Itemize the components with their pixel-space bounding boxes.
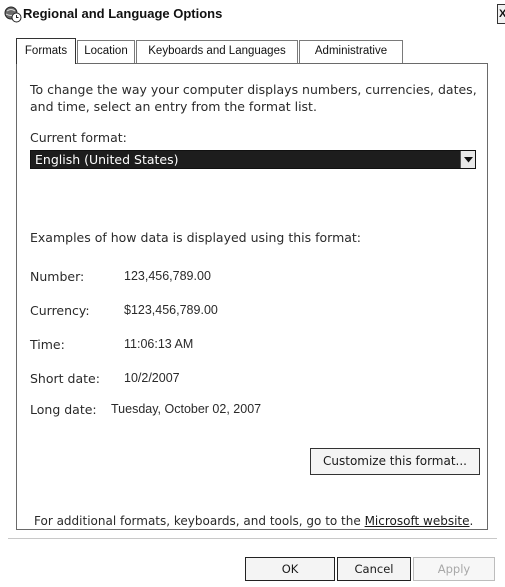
current-format-value: English (United States): [35, 152, 179, 167]
example-label-long-date: Long date:: [30, 402, 97, 417]
example-value-number: 123,456,789.00: [124, 269, 211, 283]
cancel-button[interactable]: Cancel: [337, 557, 411, 581]
close-button[interactable]: X: [497, 4, 505, 24]
apply-button[interactable]: Apply: [413, 557, 495, 581]
tab-location[interactable]: Location: [77, 40, 135, 63]
example-value-short-date: 10/2/2007: [124, 371, 180, 385]
example-label-number: Number:: [30, 269, 85, 284]
bottom-divider: [8, 538, 497, 539]
footer-period: .: [469, 514, 474, 528]
example-label-short-date: Short date:: [30, 371, 100, 386]
tab-administrative[interactable]: Administrative: [299, 40, 403, 63]
current-format-label: Current format:: [30, 130, 127, 145]
close-icon: X: [498, 8, 505, 20]
footer-text: For additional formats, keyboards, and t…: [34, 514, 473, 528]
customize-format-button[interactable]: Customize this format...: [310, 448, 480, 475]
microsoft-website-link[interactable]: Microsoft website: [365, 514, 470, 528]
example-label-time: Time:: [30, 337, 65, 352]
regional-language-options-dialog: Regional and Language Options X Formats …: [0, 0, 505, 587]
tab-formats[interactable]: Formats: [16, 38, 76, 64]
examples-heading: Examples of how data is displayed using …: [30, 230, 362, 245]
tab-keyboards-and-languages[interactable]: Keyboards and Languages: [136, 40, 298, 63]
dropdown-button[interactable]: [460, 151, 475, 168]
footer-prefix: For additional formats, keyboards, and t…: [34, 514, 365, 528]
example-value-currency: $123,456,789.00: [124, 303, 218, 317]
title-bar: Regional and Language Options X: [0, 0, 505, 28]
chevron-down-icon: [464, 157, 473, 163]
formats-intro-text: To change the way your computer displays…: [30, 82, 477, 114]
current-format-select[interactable]: English (United States): [30, 150, 476, 169]
example-value-long-date: Tuesday, October 02, 2007: [111, 402, 262, 416]
globe-clock-icon: [4, 5, 22, 23]
example-label-currency: Currency:: [30, 303, 90, 318]
ok-button[interactable]: OK: [245, 557, 335, 581]
window-title: Regional and Language Options: [23, 6, 223, 21]
example-value-time: 11:06:13 AM: [124, 337, 194, 351]
formats-panel: To change the way your computer displays…: [16, 63, 488, 530]
